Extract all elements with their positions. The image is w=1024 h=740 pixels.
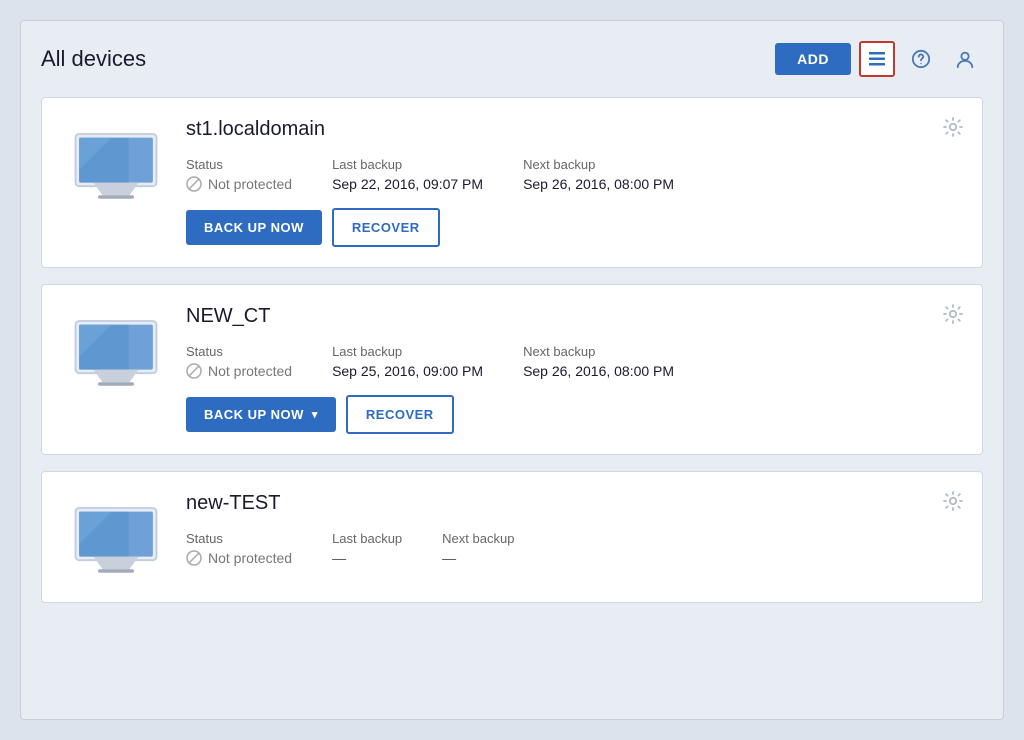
last-backup-group-3: Last backup —	[332, 531, 402, 566]
next-backup-value-1: Sep 26, 2016, 08:00 PM	[523, 176, 674, 192]
device-buttons-1: BACK UP NOW RECOVER	[186, 208, 958, 247]
device-icon-2	[66, 315, 166, 390]
next-backup-label-1: Next backup	[523, 157, 674, 172]
last-backup-value-1: Sep 22, 2016, 09:07 PM	[332, 176, 483, 192]
status-group-2: Status Not protected	[186, 344, 292, 379]
device-card-1: st1.localdomain Status Not protected	[41, 97, 983, 268]
not-protected-icon-1	[186, 176, 202, 192]
monitor-icon-2	[71, 315, 161, 390]
last-backup-label-3: Last backup	[332, 531, 402, 546]
device-icon-1	[66, 128, 166, 203]
status-label-2: Status	[186, 344, 292, 359]
gear-button-1[interactable]	[942, 116, 964, 144]
app-container: All devices ADD	[20, 20, 1004, 720]
user-icon	[955, 49, 975, 69]
status-group-3: Status Not protected	[186, 531, 292, 566]
list-view-button[interactable]	[859, 41, 895, 77]
recover-button-2[interactable]: RECOVER	[346, 395, 454, 434]
device-info-3: new-TEST Status Not protected	[186, 492, 958, 582]
device-meta-3: Status Not protected Last backup —	[186, 531, 958, 566]
device-info-1: st1.localdomain Status Not protected	[186, 118, 958, 247]
help-icon	[911, 49, 931, 69]
next-backup-group-3: Next backup —	[442, 531, 514, 566]
help-button[interactable]	[903, 41, 939, 77]
gear-button-3[interactable]	[942, 490, 964, 518]
next-backup-label-3: Next backup	[442, 531, 514, 546]
user-button[interactable]	[947, 41, 983, 77]
status-value-1: Not protected	[186, 176, 292, 192]
add-button[interactable]: ADD	[775, 43, 851, 75]
gear-icon-1	[942, 116, 964, 138]
backup-now-button-2[interactable]: BACK UP NOW ▾	[186, 397, 336, 432]
device-card-2: NEW_CT Status Not protected La	[41, 284, 983, 455]
status-label-1: Status	[186, 157, 292, 172]
devices-list: st1.localdomain Status Not protected	[41, 97, 983, 603]
last-backup-value-2: Sep 25, 2016, 09:00 PM	[332, 363, 483, 379]
backup-now-button-1[interactable]: BACK UP NOW	[186, 210, 322, 245]
device-buttons-2: BACK UP NOW ▾ RECOVER	[186, 395, 958, 434]
header: All devices ADD	[41, 41, 983, 77]
page-title: All devices	[41, 46, 146, 72]
last-backup-group-1: Last backup Sep 22, 2016, 09:07 PM	[332, 157, 483, 192]
device-meta-2: Status Not protected Last backup Sep 25,…	[186, 344, 958, 379]
gear-icon-3	[942, 490, 964, 512]
monitor-icon-1	[71, 128, 161, 203]
device-meta-1: Status Not protected Last backup Sep 22,…	[186, 157, 958, 192]
next-backup-value-3: —	[442, 550, 514, 566]
not-protected-icon-3	[186, 550, 202, 566]
last-backup-label-2: Last backup	[332, 344, 483, 359]
backup-dropdown-arrow-2: ▾	[312, 408, 318, 421]
list-view-icon	[867, 49, 887, 69]
next-backup-label-2: Next backup	[523, 344, 674, 359]
next-backup-value-2: Sep 26, 2016, 08:00 PM	[523, 363, 674, 379]
next-backup-group-1: Next backup Sep 26, 2016, 08:00 PM	[523, 157, 674, 192]
next-backup-group-2: Next backup Sep 26, 2016, 08:00 PM	[523, 344, 674, 379]
status-group-1: Status Not protected	[186, 157, 292, 192]
gear-button-2[interactable]	[942, 303, 964, 331]
last-backup-group-2: Last backup Sep 25, 2016, 09:00 PM	[332, 344, 483, 379]
device-info-2: NEW_CT Status Not protected La	[186, 305, 958, 434]
device-name-3: new-TEST	[186, 492, 958, 515]
device-name-1: st1.localdomain	[186, 118, 958, 141]
device-card-3: new-TEST Status Not protected	[41, 471, 983, 603]
last-backup-value-3: —	[332, 550, 402, 566]
recover-button-1[interactable]: RECOVER	[332, 208, 440, 247]
monitor-icon-3	[71, 502, 161, 577]
device-name-2: NEW_CT	[186, 305, 958, 328]
status-label-3: Status	[186, 531, 292, 546]
status-value-3: Not protected	[186, 550, 292, 566]
last-backup-label-1: Last backup	[332, 157, 483, 172]
status-value-2: Not protected	[186, 363, 292, 379]
gear-icon-2	[942, 303, 964, 325]
not-protected-icon-2	[186, 363, 202, 379]
header-actions: ADD	[775, 41, 983, 77]
device-icon-3	[66, 502, 166, 577]
